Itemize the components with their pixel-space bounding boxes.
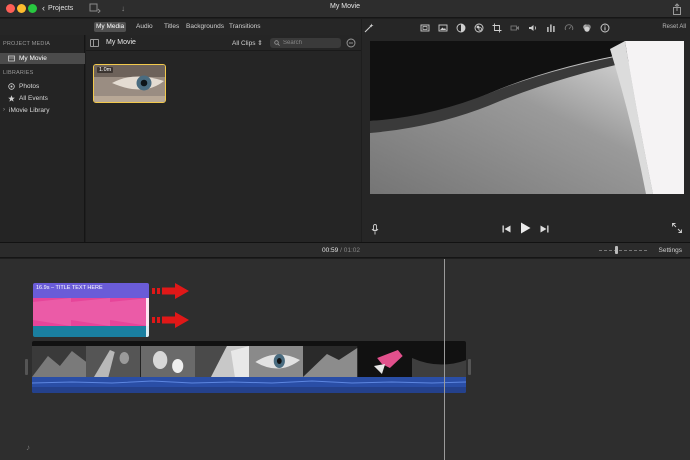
skip-forward-icon[interactable] [540, 225, 549, 233]
film-icon [8, 55, 15, 62]
clip-trim-handle-left[interactable] [25, 359, 28, 375]
reset-all-button[interactable]: Reset All [662, 24, 686, 30]
photos-icon [8, 83, 15, 90]
projects-back-button[interactable]: ‹ Projects [42, 2, 73, 15]
camera-stabilization-icon[interactable] [510, 23, 520, 33]
browser-settings-icon[interactable] [346, 38, 356, 48]
color-balance-icon[interactable] [456, 23, 466, 33]
video-clip[interactable] [32, 341, 466, 393]
tab-my-media[interactable]: My Media [94, 22, 127, 32]
sidebar-item-imovie-library[interactable]: › iMovie Library [0, 105, 85, 116]
title-clip-label: 16.9s – TITLE TEXT HERE [36, 285, 103, 291]
skip-back-icon[interactable] [502, 225, 511, 233]
audio-waveform [32, 377, 466, 393]
viewer-panel: Reset All [362, 19, 690, 242]
magic-wand-icon[interactable] [364, 23, 374, 33]
filmstrip-frame [357, 346, 412, 377]
filmstrip-frame [32, 346, 87, 377]
media-browser: My Movie All Clips ⇕ 1.0m [86, 35, 361, 242]
timeline-zoom-knob[interactable] [615, 246, 618, 254]
adjustments-bar: Reset All [362, 19, 690, 37]
timeline-settings-button[interactable]: Settings [659, 247, 683, 254]
video-clip-filmstrip [32, 346, 466, 377]
timeline-header: 00:59 / 01:02 Settings [0, 242, 690, 258]
crop-icon[interactable] [492, 23, 502, 33]
star-icon [8, 95, 15, 102]
clip-filter-value: All Clips [232, 40, 256, 47]
clip-filter-icon[interactable] [582, 23, 592, 33]
filmstrip-frame [411, 346, 466, 377]
clip-duration-badge: 1.0m [97, 67, 114, 73]
play-icon[interactable] [520, 222, 531, 234]
download-arrow-icon[interactable]: ↓ [116, 3, 130, 14]
disclosure-triangle-icon[interactable]: › [3, 105, 5, 116]
microphone-icon[interactable] [371, 224, 379, 235]
tab-backgrounds[interactable]: Backgrounds [184, 22, 226, 32]
fullscreen-icon[interactable] [672, 223, 682, 233]
tab-transitions[interactable]: Transitions [227, 22, 263, 32]
color-correction-icon[interactable] [474, 23, 484, 33]
music-note-icon: ♪ [26, 443, 30, 452]
sidebar-item-photos[interactable]: Photos [0, 81, 85, 92]
filmstrip-frame [249, 346, 304, 377]
chevron-left-icon: ‹ [42, 3, 45, 13]
sidebar-item-label: Photos [19, 83, 40, 90]
time-separator: / [340, 247, 342, 254]
sidebar-item-all-events[interactable]: All Events [0, 93, 85, 104]
filmstrip-frame [86, 346, 141, 377]
media-clip-thumbnail[interactable]: 1.0m [93, 64, 166, 103]
red-arrow-icon [152, 312, 189, 328]
sidebar-toggle-icon[interactable] [90, 39, 99, 47]
minimize-window-button[interactable] [17, 4, 26, 13]
filmstrip-frame [194, 346, 249, 377]
volume-icon[interactable] [528, 23, 538, 33]
playhead[interactable] [444, 259, 445, 460]
aspect-ratio-icon[interactable] [420, 23, 430, 33]
projects-back-label: Projects [48, 5, 74, 12]
share-icon[interactable] [672, 2, 682, 15]
tab-titles[interactable]: Titles [162, 22, 181, 32]
chevron-updown-icon: ⇕ [257, 40, 263, 47]
project-media-heading: PROJECT MEDIA [3, 41, 51, 47]
image-icon[interactable] [438, 23, 448, 33]
sidebar-item-my-movie[interactable]: My Movie [0, 53, 85, 64]
playback-controls [362, 219, 690, 239]
filmstrip-frame [140, 346, 195, 377]
search-box[interactable] [270, 38, 341, 48]
browser-title: My Movie [106, 39, 136, 46]
info-icon[interactable] [600, 23, 610, 33]
clip-trim-handle-right[interactable] [468, 359, 471, 375]
browser-tab-bar: My Media Audio Titles Backgrounds Transi… [0, 19, 361, 35]
title-bar: ‹ Projects ↓ My Movie [0, 0, 690, 18]
speed-icon[interactable] [564, 23, 574, 33]
media-import-icon[interactable] [88, 3, 102, 14]
sidebar-item-label: My Movie [19, 55, 47, 62]
video-viewer [370, 41, 684, 194]
fullscreen-window-button[interactable] [28, 4, 37, 13]
close-window-button[interactable] [6, 4, 15, 13]
equalizer-icon[interactable] [546, 23, 556, 33]
clip-filter-select[interactable]: All Clips ⇕ [232, 39, 263, 47]
total-time: 01:02 [343, 247, 360, 254]
red-arrow-icon [152, 283, 189, 299]
background-clip-image [33, 298, 149, 337]
video-frame-image [370, 41, 684, 194]
background-clip[interactable] [33, 298, 149, 337]
timeline-zoom-slider[interactable] [599, 250, 647, 251]
search-input[interactable] [283, 38, 339, 48]
timecode-display: 00:59 / 01:02 [322, 247, 360, 254]
library-sidebar: PROJECT MEDIA My Movie LIBRARIES Photos … [0, 35, 85, 242]
filmstrip-frame [303, 346, 358, 377]
title-clip[interactable]: 16.9s – TITLE TEXT HERE [33, 283, 149, 298]
browser-header: My Movie All Clips ⇕ [86, 35, 361, 51]
window-title: My Movie [330, 3, 360, 10]
current-time: 00:59 [322, 247, 339, 254]
tab-audio[interactable]: Audio [134, 22, 155, 32]
sidebar-item-label: iMovie Library [9, 107, 50, 114]
sidebar-item-label: All Events [19, 95, 48, 102]
libraries-heading: LIBRARIES [3, 70, 34, 76]
search-icon [274, 40, 280, 46]
project-timeline[interactable]: 16.9s – TITLE TEXT HERE ♪ [0, 259, 690, 460]
